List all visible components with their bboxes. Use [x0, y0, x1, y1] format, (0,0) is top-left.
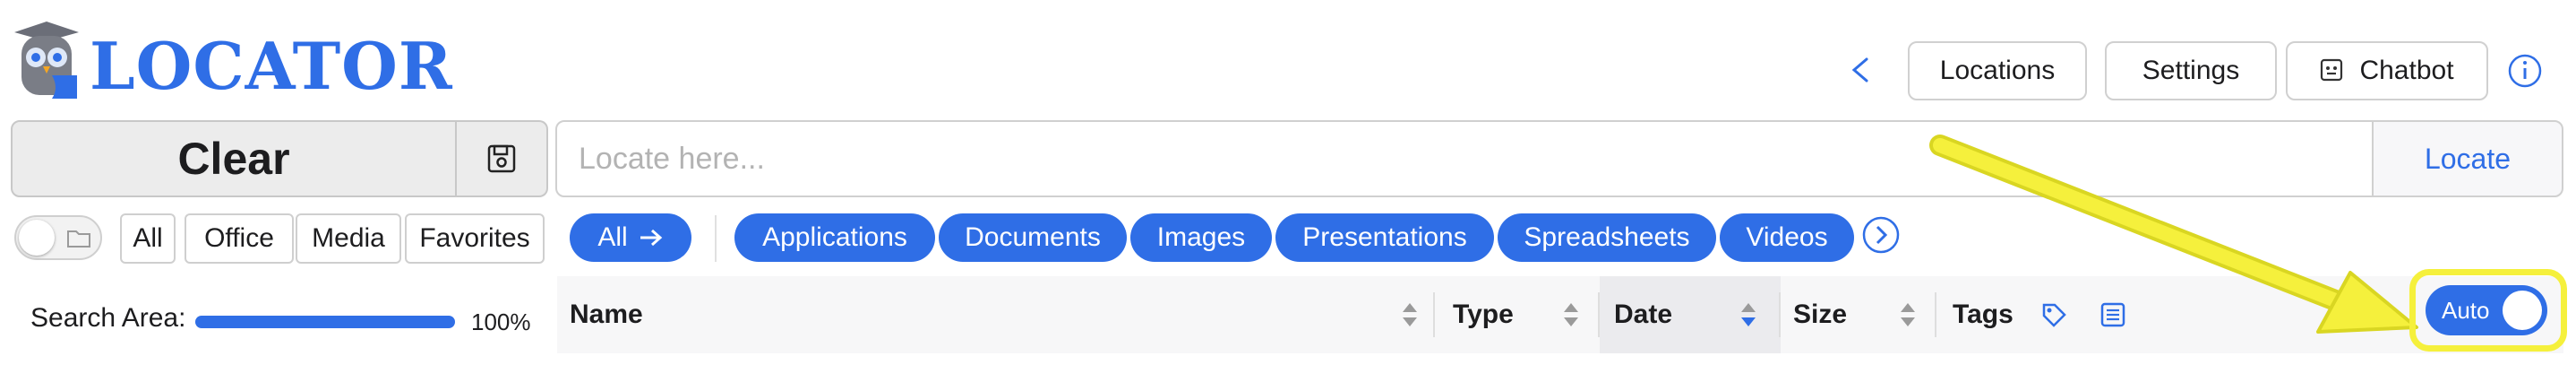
pill-divider	[715, 215, 717, 262]
column-separator	[1779, 292, 1781, 337]
chatbot-icon	[2321, 58, 2343, 82]
folder-icon	[67, 230, 90, 248]
owl-logo-icon	[14, 22, 79, 99]
locations-label: Locations	[1939, 56, 2056, 85]
chevron-left-icon[interactable]	[1843, 52, 1879, 88]
scope-office-label: Office	[204, 223, 274, 253]
arrow-right-icon	[640, 229, 662, 247]
scope-media-label: Media	[312, 223, 385, 253]
search-area-slider[interactable]	[195, 316, 455, 328]
scope-office-button[interactable]: Office	[185, 213, 294, 264]
app-title: LOCATOR	[90, 28, 453, 104]
column-header-name[interactable]: Name	[570, 276, 643, 353]
category-all-pill[interactable]: All	[570, 213, 691, 262]
scope-media-button[interactable]: Media	[296, 213, 401, 264]
save-button[interactable]	[457, 120, 548, 197]
info-icon[interactable]	[2504, 50, 2546, 91]
locate-label: Locate	[2424, 142, 2512, 175]
scope-favorites-button[interactable]: Favorites	[405, 213, 545, 264]
category-all-label: All	[597, 222, 628, 252]
toggle-knob	[19, 220, 55, 256]
column-header-type[interactable]: Type	[1453, 276, 1514, 353]
sort-icon[interactable]	[1401, 300, 1419, 330]
clear-label: Clear	[177, 134, 290, 184]
category-applications-label: Applications	[762, 222, 907, 252]
column-header-size[interactable]: Size	[1793, 276, 1847, 353]
category-documents-label: Documents	[965, 222, 1101, 252]
sort-icon[interactable]	[1562, 300, 1580, 330]
column-type-label: Type	[1453, 300, 1514, 329]
folder-mode-toggle[interactable]	[14, 215, 102, 260]
category-images-label: Images	[1156, 222, 1246, 252]
column-date-label: Date	[1614, 300, 1673, 329]
chatbot-label: Chatbot	[2359, 56, 2454, 85]
column-separator	[1598, 292, 1600, 337]
column-separator	[1433, 292, 1435, 337]
scope-favorites-label: Favorites	[419, 223, 530, 253]
sort-icon[interactable]	[1899, 300, 1917, 330]
toggle-knob	[2503, 291, 2542, 330]
column-size-label: Size	[1793, 300, 1848, 329]
settings-button[interactable]: Settings	[2105, 41, 2277, 100]
category-spreadsheets-pill[interactable]: Spreadsheets	[1498, 213, 1716, 262]
category-videos-label: Videos	[1746, 222, 1828, 252]
category-videos-pill[interactable]: Videos	[1720, 213, 1854, 262]
category-images-pill[interactable]: Images	[1130, 213, 1272, 262]
category-presentations-pill[interactable]: Presentations	[1275, 213, 1494, 262]
save-icon	[487, 144, 516, 173]
column-name-label: Name	[570, 300, 643, 329]
column-header-date[interactable]: Date	[1614, 276, 1672, 353]
sort-descending-icon[interactable]	[1739, 300, 1757, 330]
chatbot-button[interactable]: Chatbot	[2286, 41, 2488, 100]
scope-all-label: All	[133, 223, 163, 253]
settings-label: Settings	[2142, 56, 2240, 85]
auto-toggle-label: Auto	[2442, 297, 2490, 324]
category-presentations-label: Presentations	[1302, 222, 1467, 252]
clear-button[interactable]: Clear	[11, 120, 457, 197]
auto-toggle[interactable]: Auto	[2426, 285, 2547, 335]
annotation-arrow	[1929, 135, 2418, 334]
search-area-value: 100%	[471, 308, 531, 335]
scope-all-button[interactable]: All	[120, 213, 176, 264]
category-documents-pill[interactable]: Documents	[939, 213, 1127, 262]
chevron-right-circle-icon[interactable]	[1861, 215, 1901, 255]
category-spreadsheets-label: Spreadsheets	[1524, 222, 1690, 252]
category-applications-pill[interactable]: Applications	[734, 213, 935, 262]
search-area-label: Search Area:	[30, 303, 186, 333]
locations-button[interactable]: Locations	[1908, 41, 2087, 100]
